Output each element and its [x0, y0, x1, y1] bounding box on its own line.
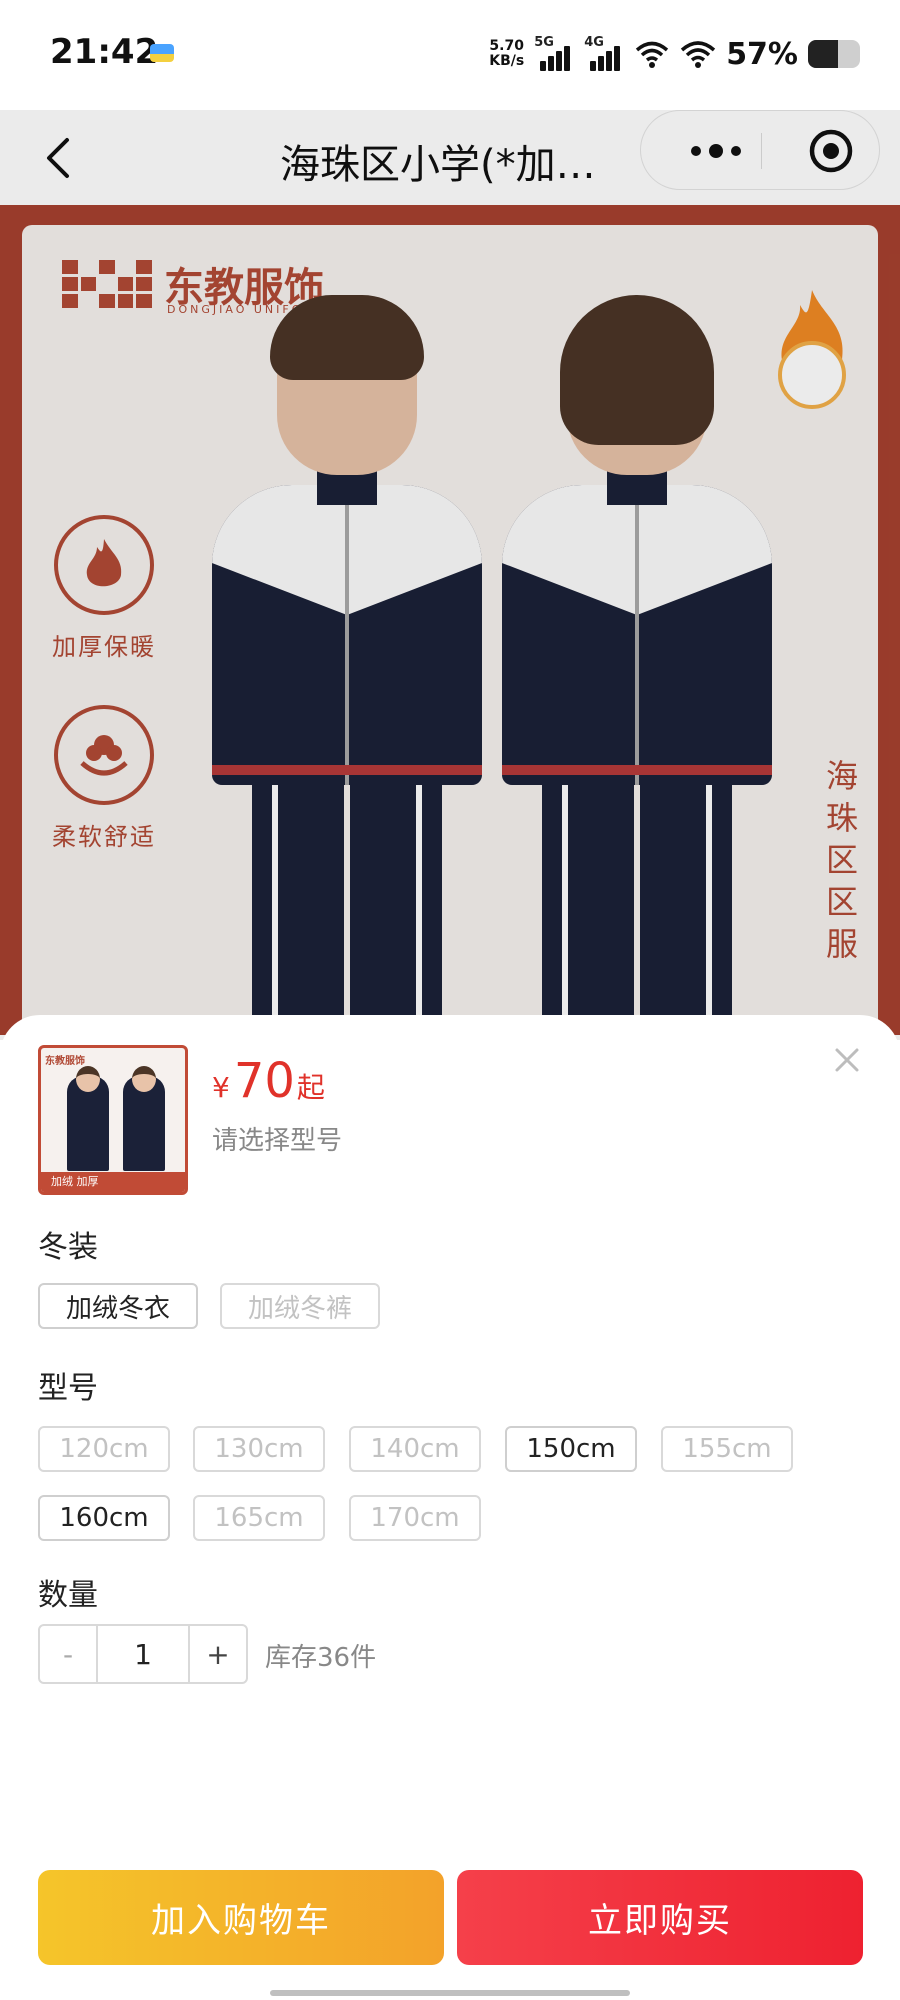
quantity-increase-button[interactable]: +: [190, 1626, 246, 1682]
close-icon: [835, 1048, 859, 1072]
battery-percent: 57%: [726, 36, 798, 72]
size-option-160[interactable]: 160cm: [38, 1495, 170, 1541]
quantity-label: 数量: [38, 1578, 98, 1613]
product-thumbnail[interactable]: 东教服饰 加绒 加厚: [38, 1045, 188, 1195]
size-option-155[interactable]: 155cm: [661, 1426, 793, 1472]
modal-backdrop[interactable]: [0, 110, 900, 1040]
buy-now-button[interactable]: 立即购买: [457, 1870, 863, 1965]
option-winter-pants[interactable]: 加绒冬裤: [220, 1283, 380, 1329]
stock-count: 库存36件: [265, 1643, 377, 1673]
signal-5g-icon: 5G: [534, 35, 574, 71]
notification-icon: [150, 44, 174, 62]
status-indicators: 5.70 KB/s 5G 4G 57%: [489, 34, 860, 74]
size-label: 型号: [38, 1371, 98, 1406]
wifi-call-icon: [636, 41, 669, 68]
home-indicator[interactable]: [270, 1990, 630, 1996]
select-hint: 请选择型号: [212, 1126, 343, 1156]
quantity-decrease-button[interactable]: -: [40, 1626, 96, 1682]
network-speed: 5.70 KB/s: [489, 38, 525, 69]
price: ¥ 70 起: [212, 1053, 325, 1109]
status-bar: 21:42 5.70 KB/s 5G 4G 57%: [0, 0, 900, 110]
battery-icon: [808, 40, 860, 68]
add-to-cart-button[interactable]: 加入购物车: [38, 1870, 444, 1965]
size-option-140[interactable]: 140cm: [349, 1426, 481, 1472]
quantity-stepper: - 1 +: [38, 1624, 248, 1684]
close-sheet-button[interactable]: [822, 1035, 872, 1085]
season-label: 冬装: [38, 1230, 98, 1265]
wifi-icon: [681, 41, 716, 68]
size-option-120[interactable]: 120cm: [38, 1426, 170, 1472]
option-winter-top[interactable]: 加绒冬衣: [38, 1283, 198, 1329]
size-option-165[interactable]: 165cm: [193, 1495, 325, 1541]
size-option-150[interactable]: 150cm: [505, 1426, 637, 1472]
size-option-130[interactable]: 130cm: [193, 1426, 325, 1472]
quantity-input[interactable]: 1: [96, 1626, 190, 1682]
signal-4g-icon: 4G: [584, 35, 624, 71]
size-option-170[interactable]: 170cm: [349, 1495, 481, 1541]
status-time: 21:42: [50, 32, 159, 72]
sku-selector-sheet: 东教服饰 加绒 加厚 ¥ 70 起 请选择型号 冬装 加绒冬衣 加绒冬裤 型号 …: [0, 1015, 900, 2000]
